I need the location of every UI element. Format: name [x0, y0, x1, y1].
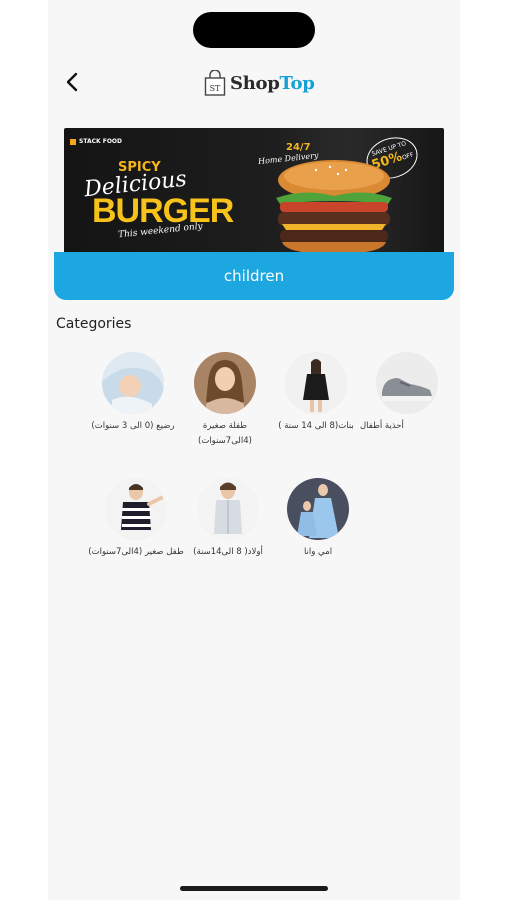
little-girl-photo: [194, 352, 256, 414]
category-item-baby[interactable]: رضيع (0 الى 3 سنوات): [85, 352, 181, 434]
girl-photo: [285, 352, 347, 414]
category-label: امي وانا: [303, 547, 333, 557]
boy-photo: [197, 478, 259, 540]
app-logo: ST ShopTop: [204, 68, 315, 98]
back-button[interactable]: [58, 68, 86, 96]
promo-banner[interactable]: STACK FOOD SPICY Delicious BURGER This w…: [64, 128, 444, 254]
banner-brand-text: STACK FOOD: [79, 138, 123, 145]
baby-photo: [102, 352, 164, 414]
little-boy-photo: [105, 478, 167, 540]
burger-image: [276, 160, 392, 254]
shopping-bag-icon: ST: [204, 70, 226, 96]
app-screen: ST ShopTop STACK FOOD SPICY Delicious BU…: [48, 0, 460, 900]
brand-logo-icon: [70, 138, 76, 145]
category-label: أحذية أطفال: [360, 421, 404, 431]
category-label: طفلة صغيرة (4الى7سنوات): [198, 421, 252, 446]
chevron-left-icon: [66, 72, 78, 92]
logo-text: ShopTop: [230, 73, 315, 94]
category-item-boys[interactable]: أولاد( 8 الى14سنة): [180, 478, 276, 560]
home-indicator[interactable]: [180, 886, 328, 891]
logo-mark: ST: [210, 84, 221, 93]
category-title: children: [223, 267, 285, 285]
logo-text-part1: Shop: [230, 72, 280, 94]
category-item-kids-shoes[interactable]: أحذية أطفال: [360, 352, 440, 434]
logo-text-part2: Top: [279, 72, 315, 94]
category-item-little-boy[interactable]: طفل صغير (4الى7سنوات): [88, 478, 184, 560]
category-label: بنات(8 الى 14 سنة ): [278, 421, 354, 431]
category-title-bar: children: [54, 252, 454, 300]
category-label: أولاد( 8 الى14سنة): [193, 547, 263, 557]
category-label: رضيع (0 الى 3 سنوات): [91, 421, 175, 431]
category-item-girls[interactable]: بنات(8 الى 14 سنة ): [268, 352, 364, 434]
category-label: طفل صغير (4الى7سنوات): [88, 547, 184, 557]
banner-brand: STACK FOOD: [70, 138, 122, 145]
mom-and-me-photo: [287, 478, 349, 540]
categories-heading: Categories: [56, 316, 132, 332]
dynamic-island: [193, 12, 315, 48]
kids-shoe-photo: [376, 352, 438, 414]
category-item-mom-and-me[interactable]: امي وانا: [270, 478, 366, 560]
category-item-little-girl[interactable]: طفلة صغيرة (4الى7سنوات): [177, 352, 273, 449]
